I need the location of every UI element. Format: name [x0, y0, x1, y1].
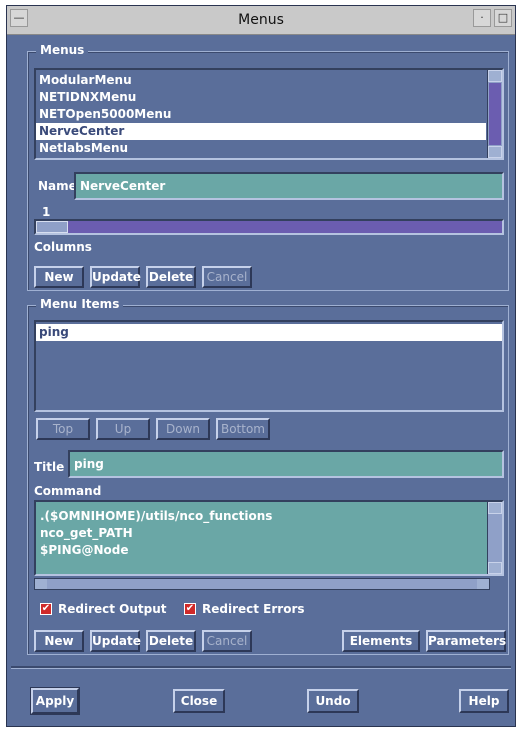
- apply-button[interactable]: Apply: [30, 687, 80, 715]
- command-line: .($OMNIHOME)/utils/nco_functions: [40, 509, 273, 523]
- menu-items-group-title: Menu Items: [36, 297, 124, 311]
- move-down-button[interactable]: Down: [156, 418, 210, 440]
- menus-new-button[interactable]: New: [34, 266, 84, 288]
- name-label: Name: [38, 179, 77, 193]
- menus-delete-button[interactable]: Delete: [146, 266, 196, 288]
- columns-label: Columns: [34, 240, 92, 254]
- command-line: nco_get_PATH: [40, 526, 133, 540]
- help-button[interactable]: Help: [459, 689, 509, 713]
- list-item[interactable]: NetlabsMenu: [36, 140, 486, 157]
- title-bar[interactable]: — Menus · □: [7, 6, 515, 35]
- items-delete-button[interactable]: Delete: [146, 630, 196, 652]
- scroll-left-arrow-icon[interactable]: [35, 579, 47, 589]
- menus-group-title: Menus: [36, 43, 89, 57]
- scroll-right-arrow-icon[interactable]: [477, 579, 489, 589]
- command-vscrollbar[interactable]: [487, 502, 502, 574]
- title-label: Title: [34, 460, 65, 474]
- list-item[interactable]: ping: [36, 324, 502, 341]
- scroll-thumb[interactable]: [489, 83, 501, 145]
- items-new-button[interactable]: New: [34, 630, 84, 652]
- items-cancel-button[interactable]: Cancel: [202, 630, 252, 652]
- scroll-down-arrow-icon[interactable]: [488, 146, 502, 158]
- menus-list-items: ModularMenu NETIDNXMenu NETOpen5000Menu …: [36, 72, 486, 157]
- list-item[interactable]: ModularMenu: [36, 72, 486, 89]
- menu-items-list-items: ping: [36, 324, 502, 341]
- list-item[interactable]: NETIDNXMenu: [36, 89, 486, 106]
- command-label: Command: [34, 484, 102, 498]
- minimize-icon[interactable]: ·: [473, 9, 491, 27]
- move-up-button[interactable]: Up: [96, 418, 150, 440]
- columns-value: 1: [42, 205, 51, 219]
- redirect-errors-label: Redirect Errors: [202, 602, 305, 616]
- scroll-up-arrow-icon[interactable]: [488, 502, 502, 514]
- menus-group: Menus ModularMenu NETIDNXMenu NETOpen500…: [27, 43, 509, 291]
- menus-list-scrollbar[interactable]: [487, 70, 502, 158]
- redirect-output-checkbox[interactable]: ✔: [40, 603, 52, 615]
- columns-slider[interactable]: [34, 219, 504, 235]
- menu-items-list[interactable]: ping: [34, 320, 504, 412]
- window-title: Menus: [238, 12, 284, 28]
- scroll-down-arrow-icon[interactable]: [488, 562, 502, 574]
- redirect-errors-checkbox[interactable]: ✔: [184, 603, 196, 615]
- scroll-up-arrow-icon[interactable]: [488, 70, 502, 82]
- close-button[interactable]: Close: [173, 689, 225, 713]
- undo-button[interactable]: Undo: [307, 689, 359, 713]
- columns-slider-thumb[interactable]: [36, 221, 68, 233]
- list-item[interactable]: NETOpen5000Menu: [36, 106, 486, 123]
- items-update-button[interactable]: Update: [90, 630, 141, 652]
- move-top-button[interactable]: Top: [36, 418, 90, 440]
- elements-button[interactable]: Elements: [342, 630, 420, 652]
- command-hscrollbar[interactable]: [34, 578, 490, 590]
- menus-list[interactable]: ModularMenu NETIDNXMenu NETOpen5000Menu …: [34, 68, 504, 160]
- maximize-icon[interactable]: □: [494, 9, 512, 27]
- menu-items-group: Menu Items ping Top Up Down Bottom Title…: [27, 297, 509, 655]
- command-line: $PING@Node: [40, 543, 129, 557]
- footer-separator: [11, 666, 511, 669]
- title-field[interactable]: ping: [68, 450, 504, 478]
- name-field[interactable]: NerveCenter: [74, 172, 504, 200]
- move-bottom-button[interactable]: Bottom: [216, 418, 270, 440]
- menus-update-button[interactable]: Update: [90, 266, 141, 288]
- redirect-output-label: Redirect Output: [58, 602, 167, 616]
- parameters-button[interactable]: Parameters: [426, 630, 506, 652]
- list-item[interactable]: NerveCenter: [36, 123, 486, 140]
- menus-cancel-button[interactable]: Cancel: [202, 266, 252, 288]
- command-textarea[interactable]: .($OMNIHOME)/utils/nco_functions nco_get…: [34, 500, 504, 576]
- menus-window: — Menus · □ Menus ModularMenu NETIDNXMen…: [6, 5, 516, 727]
